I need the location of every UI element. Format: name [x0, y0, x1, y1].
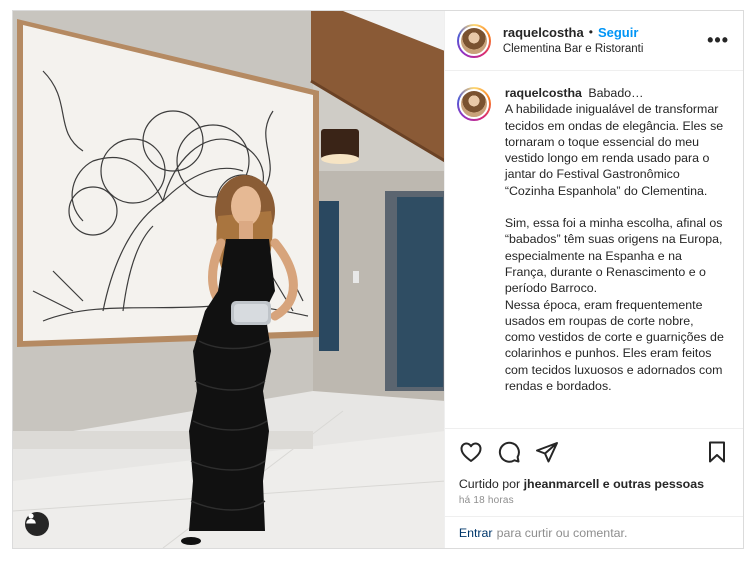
post-side-panel: raquelcostha • Seguir Clementina Bar e R… — [443, 11, 743, 548]
author-username[interactable]: raquelcostha — [503, 24, 584, 41]
more-options-icon[interactable]: ••• — [707, 30, 729, 51]
likes-others[interactable]: e outras pessoas — [603, 477, 704, 491]
post-header: raquelcostha • Seguir Clementina Bar e R… — [444, 11, 743, 71]
liked-by-user[interactable]: jheanmarcell — [524, 477, 600, 491]
login-prompt: Entrar para curtir ou comentar. — [444, 516, 743, 548]
comment-icon[interactable] — [497, 440, 521, 464]
likes-summary: Curtido por jheanmarcell e outras pessoa… — [445, 474, 743, 493]
heart-icon[interactable] — [459, 440, 483, 464]
post-timestamp[interactable]: há 18 horas — [445, 493, 743, 516]
action-bar — [444, 428, 743, 474]
caption-section: raquelcostha Babado… A habilidade inigua… — [445, 71, 743, 428]
caption-text: raquelcostha Babado… A habilidade inigua… — [505, 85, 727, 428]
avatar-image — [458, 25, 489, 56]
separator-dot: • — [588, 24, 593, 39]
caption-username[interactable]: raquelcostha — [505, 86, 582, 100]
caption-paragraph-2: Sim, essa foi a minha escolha, afinal os… — [504, 216, 724, 394]
tagged-users-button[interactable] — [25, 512, 49, 536]
post-photo[interactable] — [13, 11, 444, 548]
likes-prefix: Curtido por — [458, 477, 521, 491]
instagram-post: raquelcostha • Seguir Clementina Bar e R… — [12, 10, 744, 549]
photo-illustration — [13, 11, 444, 548]
author-avatar[interactable] — [456, 23, 491, 58]
login-prompt-text: para curtir ou comentar. — [496, 525, 628, 540]
caption-paragraph-1: Babado… A habilidade inigualável de tran… — [504, 86, 724, 198]
bookmark-icon[interactable] — [705, 440, 729, 464]
follow-button[interactable]: Seguir — [598, 24, 638, 41]
avatar-image — [458, 89, 489, 119]
post-location[interactable]: Clementina Bar e Ristoranti — [503, 41, 707, 58]
author-info: raquelcostha • Seguir Clementina Bar e R… — [503, 24, 707, 58]
send-icon[interactable] — [535, 440, 559, 464]
user-icon — [26, 513, 36, 524]
login-link[interactable]: Entrar — [459, 526, 493, 540]
caption-author-avatar[interactable] — [456, 87, 491, 121]
